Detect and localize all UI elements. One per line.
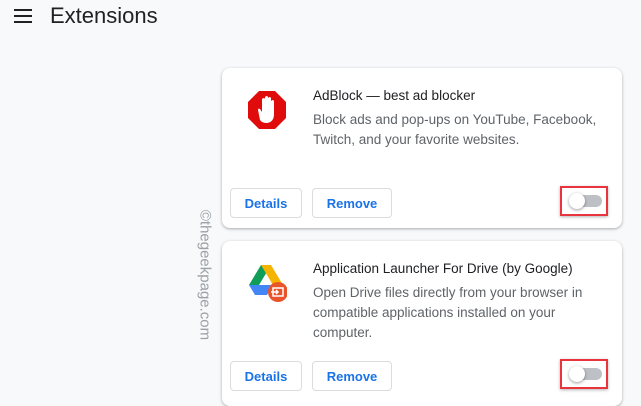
extension-card-adblock: AdBlock — best ad blocker Block ads and … [222,68,622,228]
extension-description: Block ads and pop-ups on YouTube, Facebo… [313,112,597,147]
hamburger-menu-icon[interactable] [14,9,32,23]
watermark: ©thegeekpage.com [196,209,214,341]
details-button[interactable]: Details [230,188,302,218]
enable-toggle[interactable] [569,193,602,209]
extension-description: Open Drive files directly from your brow… [313,285,583,340]
page-title: Extensions [50,3,158,28]
toggle-knob [569,366,585,382]
details-button[interactable]: Details [230,361,302,391]
highlight-box [560,359,608,389]
adblock-icon [248,91,286,129]
extension-name: AdBlock — best ad blocker [313,88,476,103]
google-drive-icon [249,265,287,302]
extension-card-drive: Application Launcher For Drive (by Googl… [222,241,622,406]
toggle-knob [569,193,585,209]
extension-name: Application Launcher For Drive (by Googl… [313,261,573,276]
highlight-box [560,186,608,216]
enable-toggle[interactable] [569,366,602,382]
remove-button[interactable]: Remove [312,188,392,218]
remove-button[interactable]: Remove [312,361,392,391]
